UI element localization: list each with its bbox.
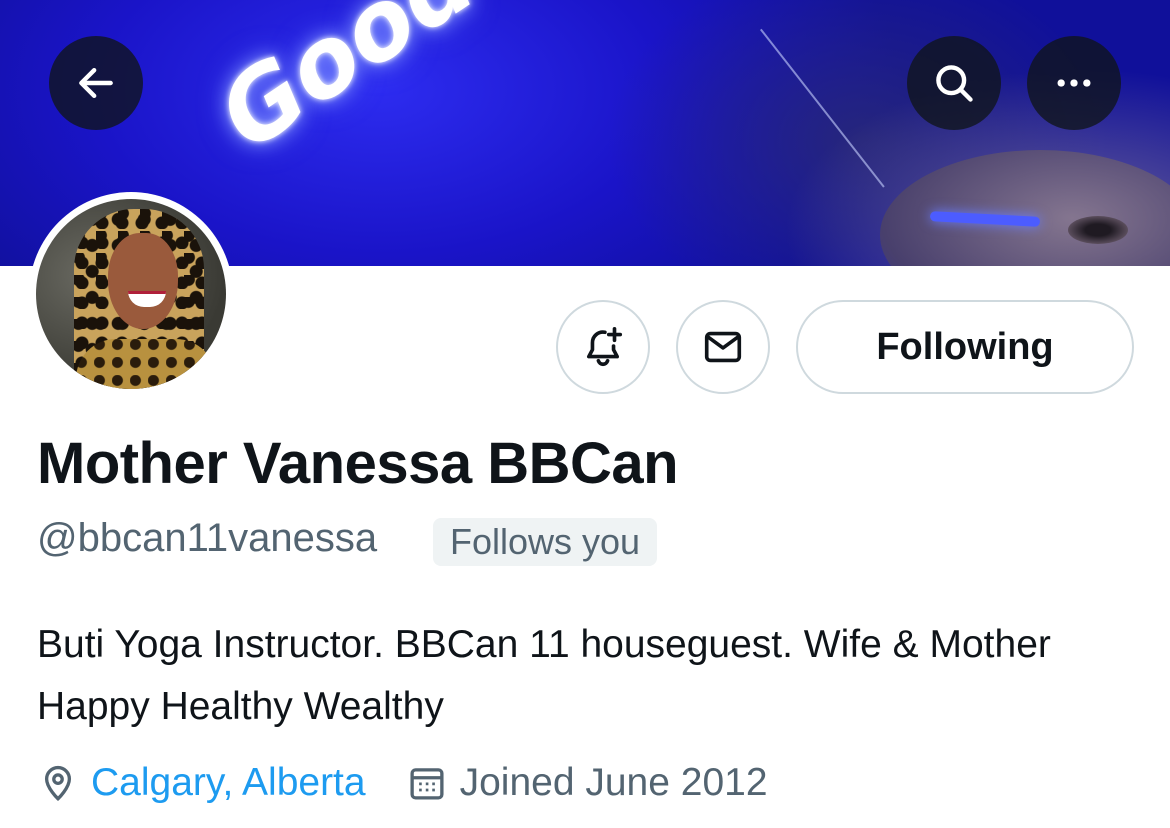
- calendar-icon: [410, 768, 444, 800]
- avatar[interactable]: [29, 192, 233, 396]
- notifications-button[interactable]: [556, 300, 650, 394]
- bell-plus-icon: [586, 326, 623, 366]
- message-button[interactable]: [676, 300, 770, 394]
- location-pin-icon: [44, 766, 72, 802]
- user-handle: @bbcan11vanessa: [37, 516, 378, 560]
- more-horizontal-icon: [1057, 79, 1091, 87]
- search-button[interactable]: [907, 36, 1001, 130]
- display-name: Mother Vanessa BBCan: [37, 431, 679, 496]
- following-button[interactable]: Following: [796, 300, 1134, 394]
- banner-eye: [1068, 216, 1128, 244]
- avatar-jacket: [76, 339, 216, 389]
- banner-face: [880, 150, 1170, 266]
- joined-date: Joined June 2012: [459, 761, 768, 804]
- location-link[interactable]: Calgary, Alberta: [91, 761, 366, 805]
- profile-bio: Buti Yoga Instructor. BBCan 11 housegues…: [37, 623, 1051, 728]
- search-icon: [936, 65, 973, 102]
- avatar-photo: [36, 199, 226, 389]
- envelope-icon: [704, 331, 742, 363]
- arrow-left-icon: [79, 67, 113, 99]
- more-options-button[interactable]: [1027, 36, 1121, 130]
- avatar-face: [108, 233, 178, 329]
- profile-meta: Calgary, Alberta Joined June 2012: [37, 757, 768, 809]
- banner-neon-sign: Good Vi: [199, 0, 609, 172]
- back-button[interactable]: [49, 36, 143, 130]
- banner-neon-wire: [760, 28, 885, 188]
- follows-you-badge: Follows you: [433, 518, 658, 566]
- profile-page: Good Vi Following Mother Vanessa BBCan @…: [0, 0, 1170, 828]
